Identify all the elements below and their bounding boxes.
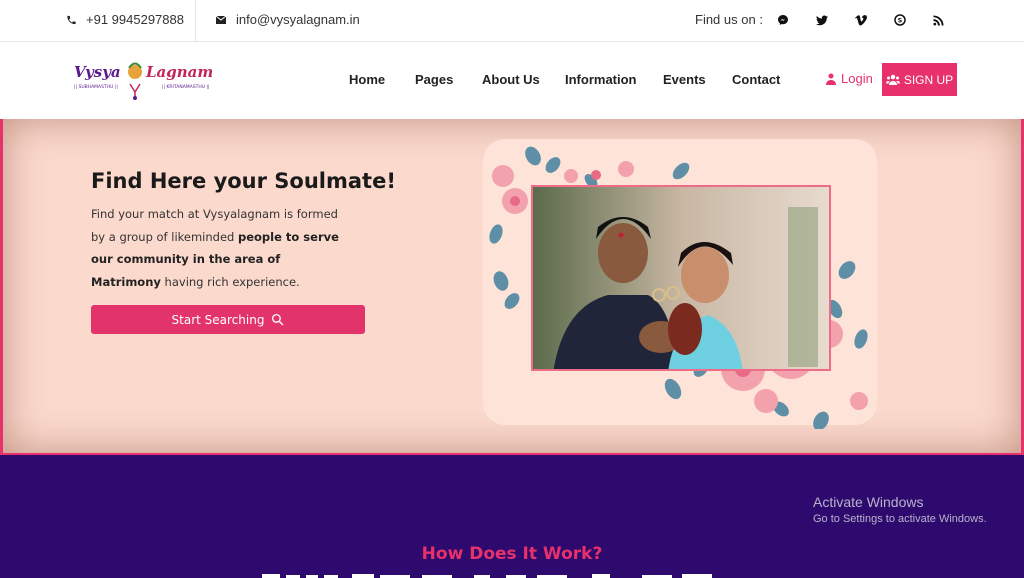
svg-text:|| KRITANAMASTHU ||: || KRITANAMASTHU || [162,84,210,90]
rss-icon[interactable] [930,12,946,28]
nav-events[interactable]: Events [663,72,706,87]
svg-text:Lagnam: Lagnam [145,63,212,81]
phone-icon [67,15,76,24]
svg-text:Vysya: Vysya [74,63,121,81]
start-searching-button[interactable]: Start Searching [91,305,365,334]
couple-photo [531,185,831,371]
search-icon [272,313,284,326]
signup-label: SIGN UP [903,72,954,87]
activate-windows-watermark: Activate Windows Go to Settings to activ… [813,494,987,525]
main-header: Vysya Lagnam || SUBHAMASTHU || || KRITAN… [0,42,1024,119]
divider [195,0,196,42]
top-bar: +91 9945297888 info@vysyalagnam.in Find … [0,0,1024,42]
nav-home[interactable]: Home [349,72,385,87]
users-icon [885,74,900,85]
hero-section: Find Here your Soulmate! Find your match… [0,119,1024,455]
skype-icon[interactable]: S [892,12,908,28]
phone-contact[interactable]: +91 9945297888 [66,12,184,27]
login-link[interactable]: Login [826,71,873,86]
svg-text:S: S [898,17,903,25]
envelope-icon [215,15,227,24]
twitter-icon[interactable] [814,12,830,28]
email-contact[interactable]: info@vysyalagnam.in [215,12,360,27]
logo-graphic: Vysya Lagnam || SUBHAMASTHU || || KRITAN… [74,62,213,100]
couple-photo-graphic [533,187,829,369]
svg-text:|| SUBHAMASTHU ||: || SUBHAMASTHU || [74,84,118,90]
nav-pages[interactable]: Pages [415,72,453,87]
hero-description: Find your match at Vysyalagnam is formed… [91,203,351,293]
login-label: Login [841,71,873,86]
activate-windows-title: Activate Windows [813,494,924,510]
user-icon [826,73,836,85]
find-us-label: Find us on : [695,12,763,27]
site-logo[interactable]: Vysya Lagnam || SUBHAMASTHU || || KRITAN… [72,54,213,106]
vimeo-icon[interactable] [853,12,869,28]
cut-off-subheading [262,574,712,578]
how-it-works-heading: How Does It Work? [421,544,603,564]
nav-contact[interactable]: Contact [732,72,780,87]
email-address: info@vysyalagnam.in [236,12,360,27]
activate-windows-subtitle: Go to Settings to activate Windows. [813,513,987,525]
messenger-icon[interactable] [775,12,791,28]
start-searching-label: Start Searching [171,312,265,327]
how-it-works-section: How Does It Work? Activate Windows Go to… [0,455,1024,578]
phone-number: +91 9945297888 [86,12,184,27]
hero-text-part-2: having rich experience. [160,274,300,289]
nav-information[interactable]: Information [565,72,637,87]
nav-about-us[interactable]: About Us [482,72,540,87]
hero-title: Find Here your Soulmate! [91,169,396,193]
signup-button[interactable]: SIGN UP [882,63,957,96]
